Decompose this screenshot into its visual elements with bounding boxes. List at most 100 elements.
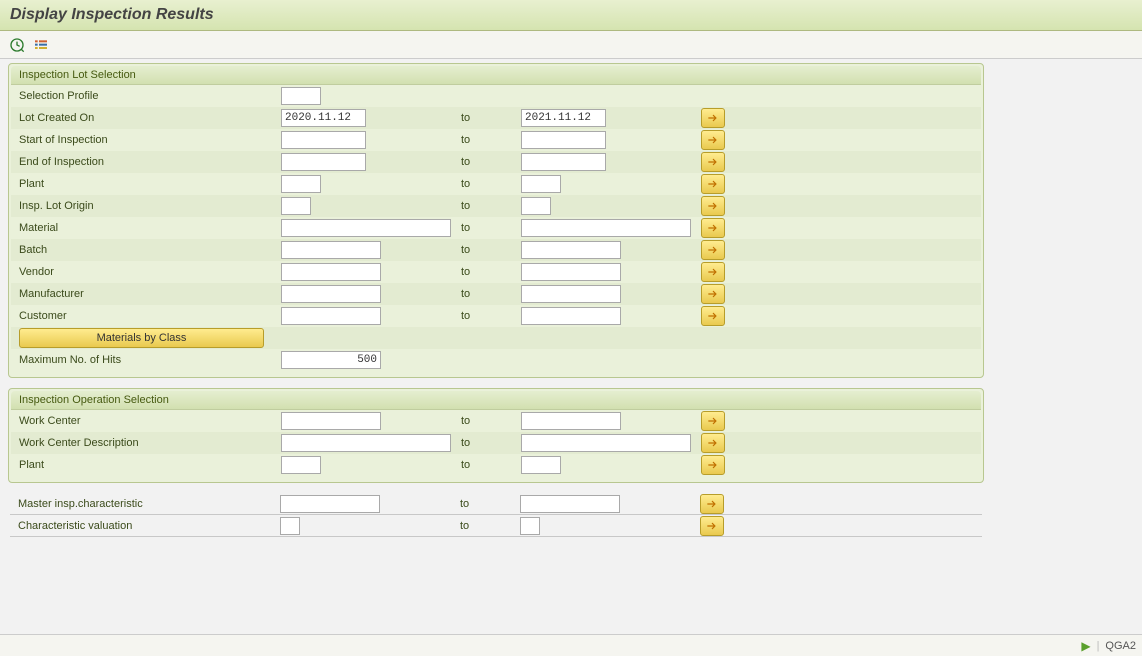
multi-select-end-inspection[interactable]: [701, 152, 725, 172]
row-op-plant: Plant to: [11, 454, 981, 476]
label-customer: Customer: [11, 310, 281, 322]
label-lot-created-on: Lot Created On: [11, 112, 281, 124]
input-plant-from[interactable]: [281, 175, 321, 193]
arrow-right-icon: [706, 436, 720, 450]
arrow-right-icon: [706, 133, 720, 147]
to-label: to: [460, 498, 520, 510]
multi-select-customer[interactable]: [701, 306, 725, 326]
input-manufacturer-to[interactable]: [521, 285, 621, 303]
input-end-inspection-from[interactable]: [281, 153, 366, 171]
multi-select-lot-origin[interactable]: [701, 196, 725, 216]
input-op-plant-to[interactable]: [521, 456, 561, 474]
input-plant-to[interactable]: [521, 175, 561, 193]
execute-button[interactable]: [8, 36, 26, 54]
input-vendor-from[interactable]: [281, 263, 381, 281]
row-customer: Customer to: [11, 305, 981, 327]
input-char-val-to[interactable]: [520, 517, 540, 535]
page-title: Display Inspection Results: [0, 0, 1142, 31]
input-work-center-desc-from[interactable]: [281, 434, 451, 452]
row-end-inspection: End of Inspection to: [11, 151, 981, 173]
input-customer-from[interactable]: [281, 307, 381, 325]
clock-execute-icon: [9, 37, 25, 53]
to-label: to: [461, 222, 521, 234]
multi-select-char-val[interactable]: [700, 516, 724, 536]
input-material-to[interactable]: [521, 219, 691, 237]
input-max-hits[interactable]: [281, 351, 381, 369]
arrow-right-icon: [706, 414, 720, 428]
separator: |: [1097, 640, 1100, 652]
arrow-right-icon: [706, 111, 720, 125]
input-start-inspection-to[interactable]: [521, 131, 606, 149]
multi-select-work-center-desc[interactable]: [701, 433, 725, 453]
to-label: to: [460, 520, 520, 532]
to-label: to: [461, 288, 521, 300]
input-lot-origin-from[interactable]: [281, 197, 311, 215]
input-lot-created-to[interactable]: [521, 109, 606, 127]
toolbar: [0, 31, 1142, 59]
row-plant: Plant to: [11, 173, 981, 195]
input-vendor-to[interactable]: [521, 263, 621, 281]
variant-button[interactable]: [32, 36, 50, 54]
arrow-right-icon: [706, 458, 720, 472]
row-manufacturer: Manufacturer to: [11, 283, 981, 305]
label-start-inspection: Start of Inspection: [11, 134, 281, 146]
row-master-char: Master insp.characteristic to: [10, 493, 982, 515]
input-selection-profile[interactable]: [281, 87, 321, 105]
label-manufacturer: Manufacturer: [11, 288, 281, 300]
multi-select-vendor[interactable]: [701, 262, 725, 282]
group-inspection-lot-selection: Inspection Lot Selection Selection Profi…: [8, 63, 984, 378]
multi-select-plant[interactable]: [701, 174, 725, 194]
label-selection-profile: Selection Profile: [11, 90, 281, 102]
input-customer-to[interactable]: [521, 307, 621, 325]
input-work-center-from[interactable]: [281, 412, 381, 430]
multi-select-master-char[interactable]: [700, 494, 724, 514]
to-label: to: [461, 178, 521, 190]
label-max-hits: Maximum No. of Hits: [11, 354, 281, 366]
input-manufacturer-from[interactable]: [281, 285, 381, 303]
input-material-from[interactable]: [281, 219, 451, 237]
to-label: to: [461, 437, 521, 449]
to-label: to: [461, 310, 521, 322]
label-plant: Plant: [11, 178, 281, 190]
row-work-center: Work Center to: [11, 410, 981, 432]
input-char-val-from[interactable]: [280, 517, 300, 535]
app-window: Display Inspection Results Inspection Lo…: [0, 0, 1142, 656]
to-label: to: [461, 415, 521, 427]
multi-select-batch[interactable]: [701, 240, 725, 260]
row-work-center-desc: Work Center Description to: [11, 432, 981, 454]
input-work-center-to[interactable]: [521, 412, 621, 430]
label-vendor: Vendor: [11, 266, 281, 278]
arrow-right-icon: [706, 243, 720, 257]
arrow-right-icon: [706, 199, 720, 213]
multi-select-lot-created[interactable]: [701, 108, 725, 128]
multi-select-start-inspection[interactable]: [701, 130, 725, 150]
label-end-inspection: End of Inspection: [11, 156, 281, 168]
variant-icon: [33, 37, 49, 53]
multi-select-material[interactable]: [701, 218, 725, 238]
to-label: to: [461, 244, 521, 256]
input-master-char-from[interactable]: [280, 495, 380, 513]
row-max-hits: Maximum No. of Hits: [11, 349, 981, 371]
input-master-char-to[interactable]: [520, 495, 620, 513]
multi-select-work-center[interactable]: [701, 411, 725, 431]
multi-select-op-plant[interactable]: [701, 455, 725, 475]
materials-by-class-button[interactable]: Materials by Class: [19, 328, 264, 348]
status-system: QGA2: [1105, 640, 1136, 652]
label-master-char: Master insp.characteristic: [10, 498, 280, 510]
label-work-center: Work Center: [11, 415, 281, 427]
arrow-right-icon: [706, 155, 720, 169]
arrow-right-icon: [706, 309, 720, 323]
row-vendor: Vendor to: [11, 261, 981, 283]
input-work-center-desc-to[interactable]: [521, 434, 691, 452]
input-batch-to[interactable]: [521, 241, 621, 259]
input-start-inspection-from[interactable]: [281, 131, 366, 149]
group-characteristics: Master insp.characteristic to Characteri…: [8, 493, 984, 537]
status-play-icon[interactable]: ▶: [1081, 639, 1090, 653]
input-op-plant-from[interactable]: [281, 456, 321, 474]
input-batch-from[interactable]: [281, 241, 381, 259]
input-lot-created-from[interactable]: [281, 109, 366, 127]
multi-select-manufacturer[interactable]: [701, 284, 725, 304]
arrow-right-icon: [706, 287, 720, 301]
input-lot-origin-to[interactable]: [521, 197, 551, 215]
input-end-inspection-to[interactable]: [521, 153, 606, 171]
